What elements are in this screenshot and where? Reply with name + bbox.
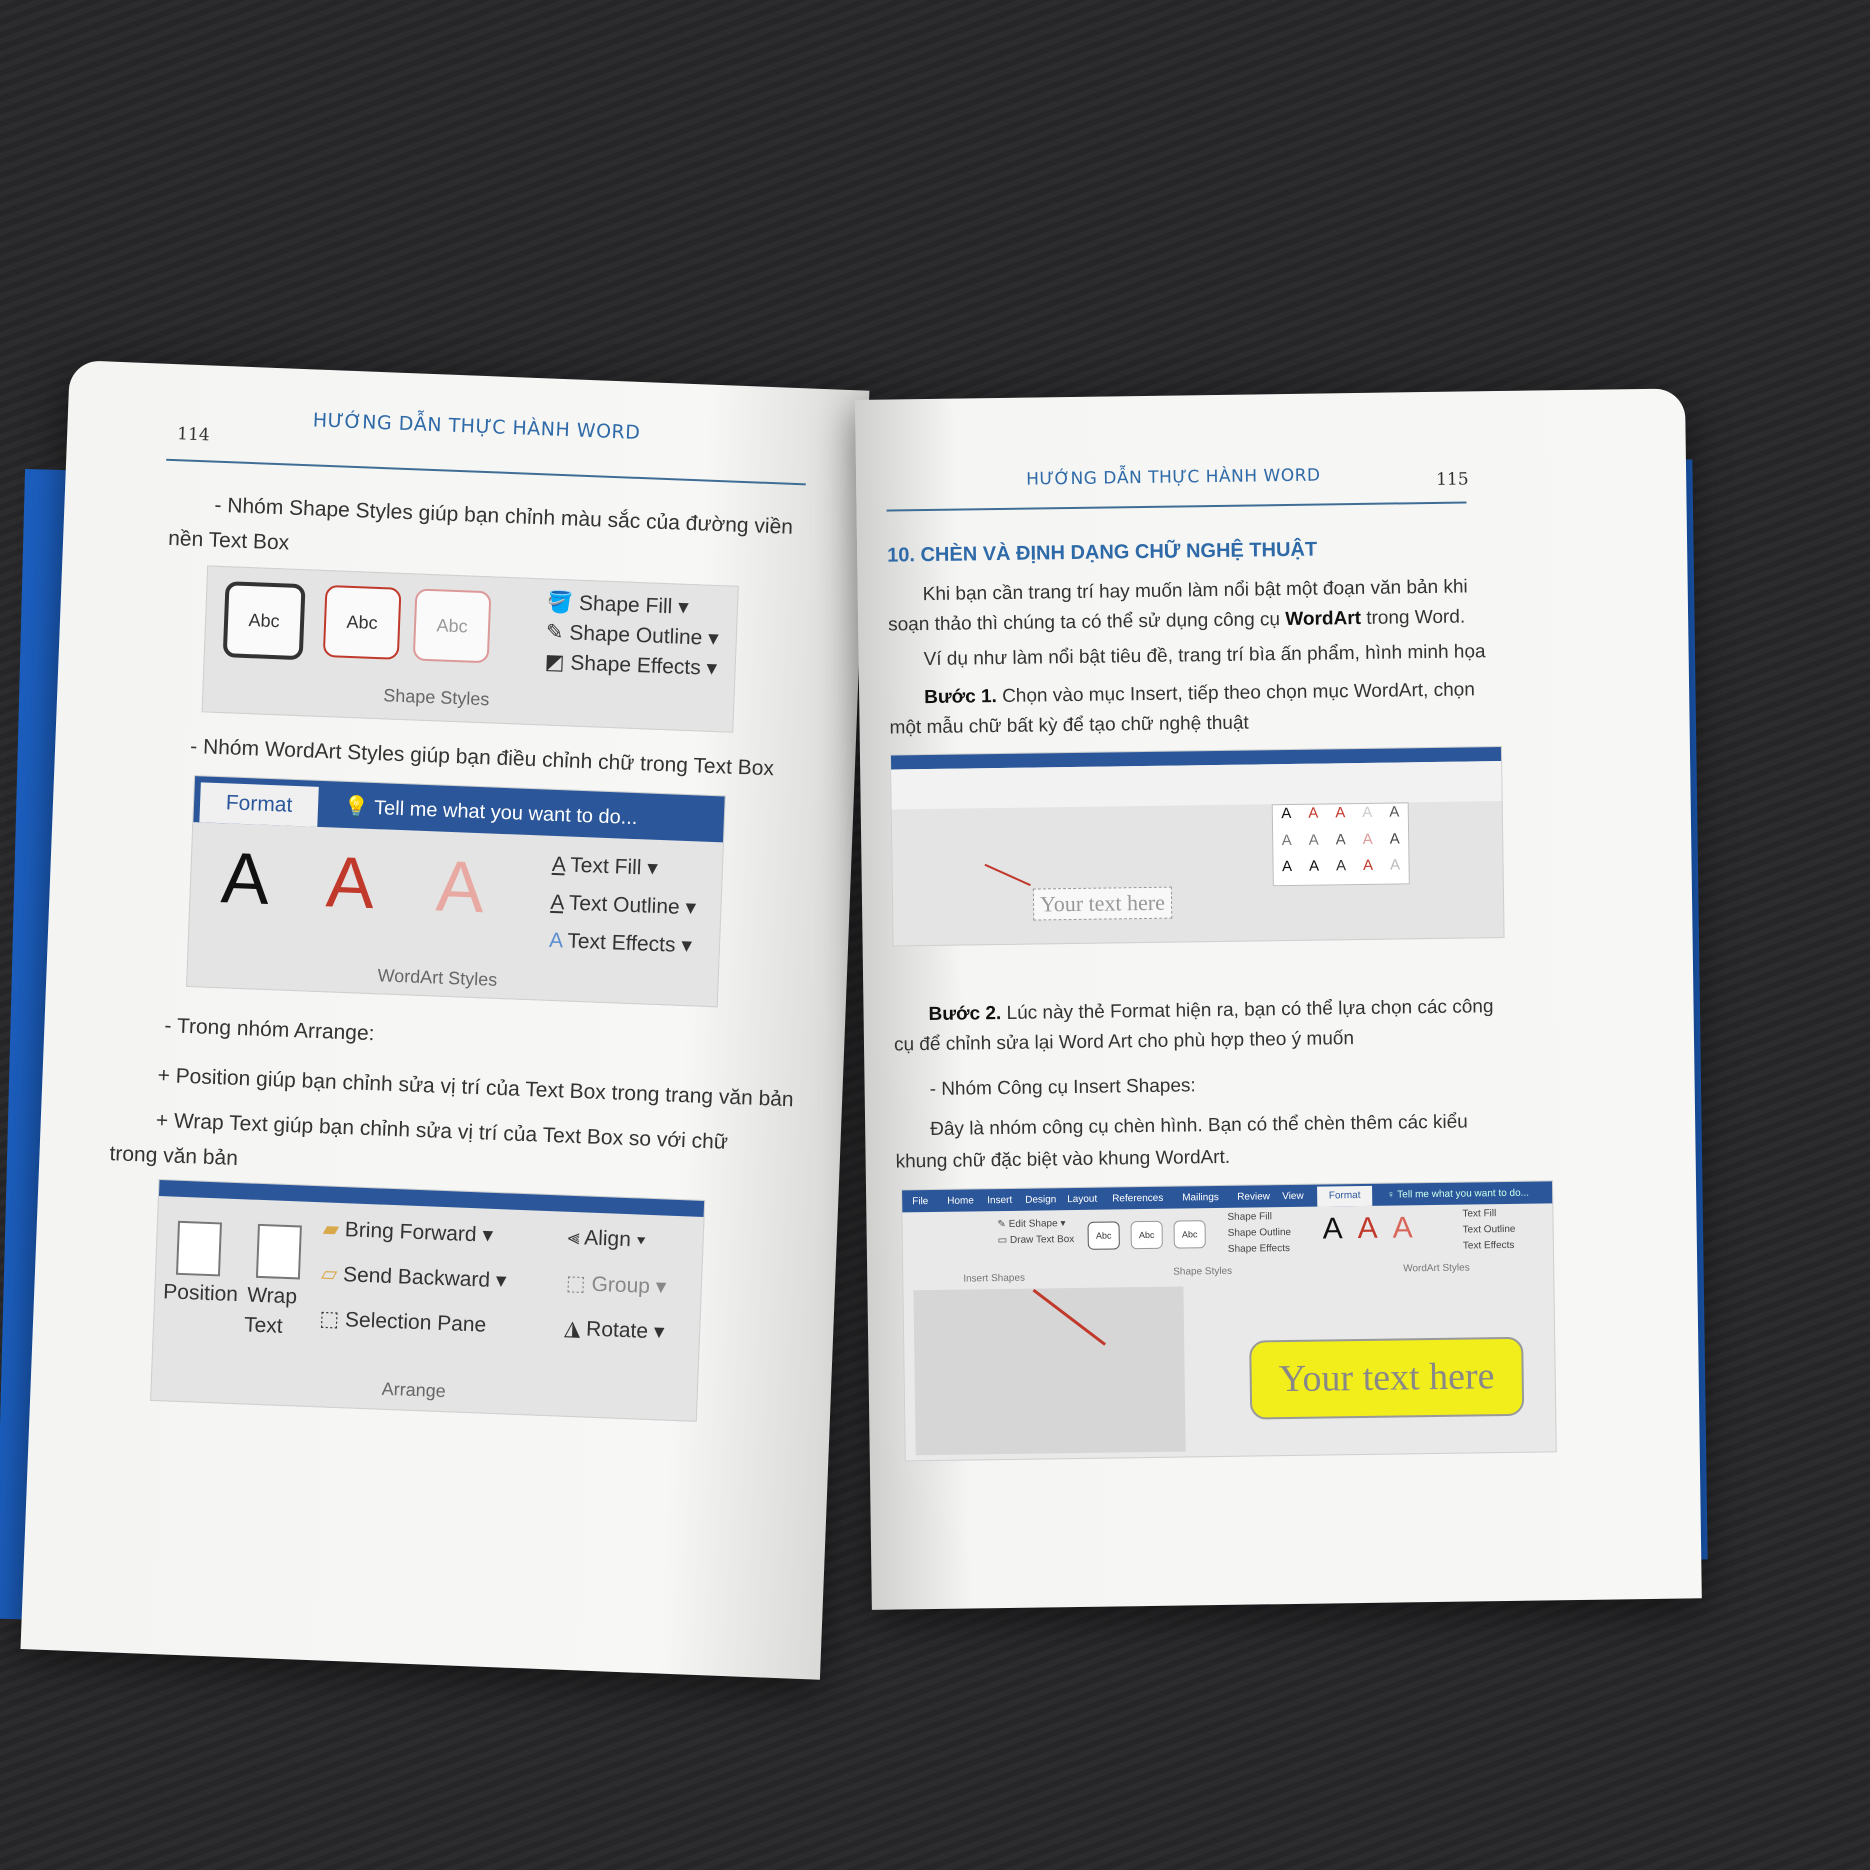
- text-effects-command: Text Effects: [1462, 1239, 1515, 1252]
- shape-outline-command: Shape Outline: [1227, 1226, 1292, 1239]
- paragraph: + Wrap Text giúp bạn chỉnh sửa vị trí củ…: [155, 1108, 729, 1154]
- paragraph: cụ để chỉnh sửa lại Word Art cho phù hợp…: [893, 1028, 1355, 1056]
- text-fill-command: A Text Fill ▾: [551, 852, 659, 880]
- paragraph: Bước 2. Lúc này thẻ Format hiện ra, bạn …: [928, 996, 1494, 1026]
- text-fill-command: Text Fill: [1462, 1208, 1497, 1220]
- text-outline-command: A Text Outline ▾: [550, 890, 697, 920]
- text-outline-command: Text Outline: [1462, 1223, 1516, 1236]
- group-label: WordArt Styles: [377, 965, 498, 990]
- shape-effects-command: Shape Effects: [1227, 1243, 1291, 1255]
- arrow-icon: [984, 863, 1031, 887]
- position-icon: [175, 1220, 223, 1277]
- style-sample: Abc: [1130, 1220, 1163, 1250]
- tab-format: Format: [199, 782, 319, 827]
- align-command: ⫷ Align ▾: [567, 1225, 646, 1252]
- tab-design: Design: [1025, 1194, 1057, 1206]
- edit-shape-command: ✎ Edit Shape ▾: [997, 1218, 1066, 1231]
- style-sample: Abc: [1173, 1220, 1206, 1249]
- wordart-gallery: AAAAA AAAAA AAAAA: [1271, 802, 1410, 887]
- paragraph: trong văn bản: [109, 1142, 239, 1171]
- running-header: HƯỚNG DẪN THỰC HÀNH WORD: [312, 409, 641, 444]
- paragraph: - Trong nhóm Arrange:: [164, 1014, 375, 1046]
- send-backward-command: ▱ Send Backward ▾: [320, 1262, 507, 1293]
- shape-effects-command: ◩ Shape Effects ▾: [544, 650, 718, 681]
- header-rule: [166, 458, 806, 486]
- group-command: ⬚ Group ▾: [565, 1271, 667, 1299]
- paragraph: nền Text Box: [167, 526, 290, 555]
- tab-mailings: Mailings: [1182, 1191, 1219, 1204]
- wordart-sample: A: [219, 838, 271, 921]
- style-sample: Abc: [1087, 1221, 1120, 1250]
- shape-fill-command: Shape Fill: [1227, 1211, 1272, 1223]
- style-sample: Abc: [322, 584, 402, 660]
- arrange-figure: Position Wrap Text ▰ Bring Forward ▾ ▱ S…: [150, 1179, 706, 1422]
- page-number: 115: [1436, 469, 1469, 490]
- style-sample: Abc: [412, 588, 492, 664]
- paragraph: - Nhóm Công cụ Insert Shapes:: [929, 1075, 1196, 1101]
- running-header: HƯỚNG DẪN THỰC HÀNH WORD: [1025, 465, 1321, 490]
- shape-styles-figure: Abc Abc Abc 🪣 Shape Fill ▾ ✎ Shape Outli…: [201, 565, 739, 733]
- tab-view: View: [1282, 1190, 1304, 1203]
- group-label: Shape Styles: [1173, 1265, 1233, 1278]
- paragraph: - Nhóm Shape Styles giúp bạn chỉnh màu s…: [214, 493, 794, 539]
- wordart-styles-figure: Format 💡 Tell me what you want to do... …: [186, 775, 726, 1008]
- wordart-sample: A: [324, 842, 376, 925]
- wordart-sample: A: [1392, 1211, 1413, 1245]
- shape-outline-command: ✎ Shape Outline ▾: [545, 620, 720, 651]
- wordart-text-box: Your text here: [1249, 1336, 1525, 1420]
- selection-pane-command: ⬚ Selection Pane: [318, 1307, 487, 1337]
- tab-layout: Layout: [1067, 1193, 1098, 1206]
- shape-fill-command: 🪣 Shape Fill ▾: [546, 590, 690, 619]
- tab-references: References: [1112, 1192, 1164, 1205]
- text-effects-command: A Text Effects ▾: [548, 928, 693, 958]
- paragraph: khung chữ đặc biệt vào khung WordArt.: [895, 1146, 1231, 1173]
- document-area: [913, 1286, 1186, 1456]
- paragraph: Đây là nhóm công cụ chèn hình. Bạn có th…: [930, 1111, 1468, 1141]
- wordart-sample: A: [434, 846, 486, 929]
- wrap-text-command: Wrap: [246, 1283, 298, 1309]
- wordart-sample: A: [1322, 1212, 1343, 1246]
- paragraph: - Nhóm WordArt Styles giúp bạn điều chỉn…: [189, 734, 775, 781]
- section-title: 10. CHÈN VÀ ĐỊNH DẠNG CHỮ NGHỆ THUẬT: [887, 538, 1318, 567]
- group-label: WordArt Styles: [1403, 1262, 1470, 1275]
- paragraph: Bước 1. Chọn vào mục Insert, tiếp theo c…: [924, 679, 1476, 709]
- insert-wordart-figure: AAAAA AAAAA AAAAA Your text here: [889, 746, 1505, 947]
- right-page: HƯỚNG DẪN THỰC HÀNH WORD 115 10. CHÈN VÀ…: [855, 388, 1702, 1610]
- wrap-text-command: Text: [243, 1313, 284, 1338]
- paragraph: Khi bạn cần trang trí hay muốn làm nổi b…: [922, 576, 1468, 606]
- style-sample: Abc: [222, 581, 306, 661]
- left-page: 114 HƯỚNG DẪN THỰC HÀNH WORD - Nhóm Shap…: [20, 360, 870, 1680]
- paragraph: soạn thảo thì chúng ta có thể sử dụng cô…: [887, 606, 1466, 636]
- paragraph: + Position giúp bạn chỉnh sửa vị trí của…: [157, 1063, 795, 1112]
- wordart-placeholder: Your text here: [1032, 886, 1173, 921]
- tab-insert: Insert: [987, 1194, 1013, 1207]
- position-command: Position: [162, 1280, 239, 1307]
- group-label: Insert Shapes: [963, 1272, 1026, 1285]
- ribbon-bar: [158, 1180, 705, 1217]
- tab-home: Home: [947, 1195, 974, 1207]
- header-rule: [886, 501, 1467, 512]
- format-tab-figure: File Home Insert Design Layout Reference…: [901, 1180, 1557, 1462]
- paragraph: một mẫu chữ bất kỳ để tạo chữ nghệ thuật: [889, 712, 1249, 739]
- rotate-command: ◮ Rotate ▾: [563, 1316, 665, 1344]
- wrap-text-icon: [255, 1223, 302, 1280]
- paragraph: Ví dụ như làm nổi bật tiêu đề, trang trí…: [923, 641, 1486, 671]
- tab-format: Format: [1317, 1185, 1373, 1207]
- ribbon-commands: [891, 761, 1502, 810]
- tab-file: File: [912, 1196, 929, 1208]
- wordart-sample: A: [1357, 1211, 1378, 1246]
- group-label: Shape Styles: [382, 685, 490, 710]
- tell-me-box: ♀ Tell me what you want to do...: [1387, 1187, 1530, 1201]
- tab-review: Review: [1237, 1191, 1271, 1203]
- page-number: 114: [176, 424, 211, 446]
- bring-forward-command: ▰ Bring Forward ▾: [322, 1217, 494, 1247]
- group-label: Arrange: [381, 1378, 447, 1402]
- draw-text-box-command: ▭ Draw Text Box: [997, 1234, 1075, 1247]
